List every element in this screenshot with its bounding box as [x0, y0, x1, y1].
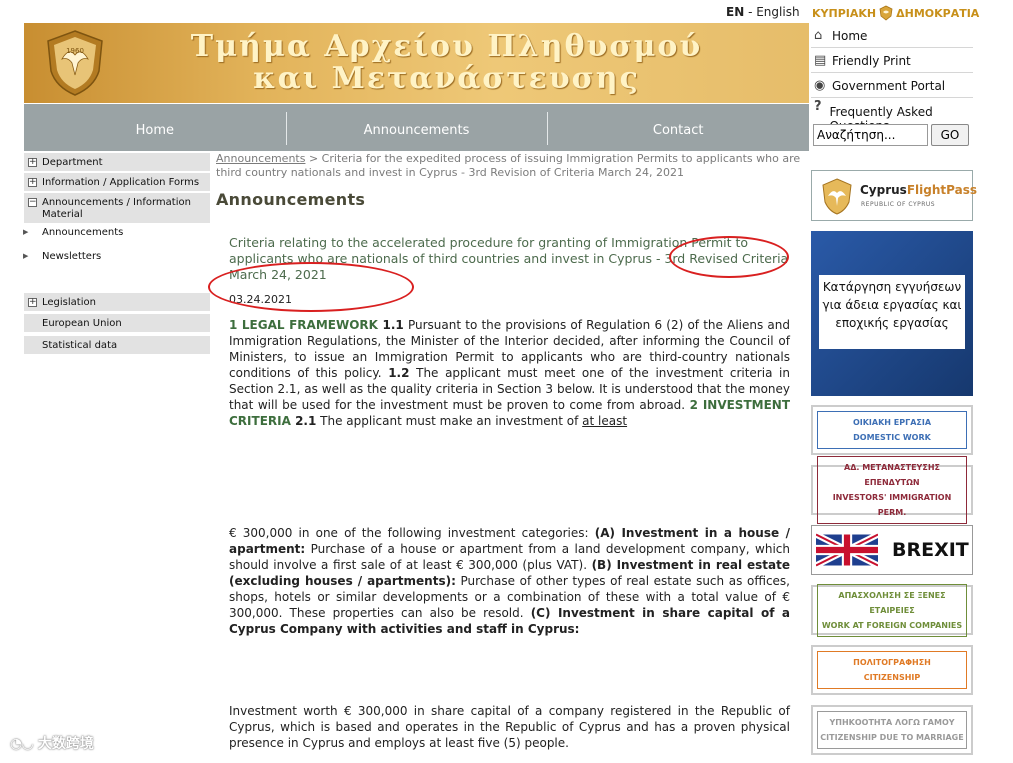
uk-flag-icon — [816, 533, 878, 567]
banner-abolish-text: Κατάργηση εγγυήσεων για άδεια εργασίας κ… — [819, 275, 965, 349]
banner-investors-immigration[interactable]: ΑΔ. ΜΕΤΑΝΑΣΤΕΥΣΗΣ ΕΠΕΝΔΥΤΩΝ INVESTORS' I… — [811, 456, 973, 524]
collapse-icon: − — [28, 197, 37, 207]
util-government-portal[interactable]: ◉ Government Portal — [811, 74, 973, 98]
lang-name: English — [756, 5, 800, 19]
breadcrumb: Announcements > Criteria for the expedit… — [216, 152, 806, 180]
lang-code: EN — [726, 5, 745, 19]
header-banner: 1960 Τμήμα Αρχείου Πληθυσμού και Μετανάσ… — [24, 23, 809, 103]
banner-title-line2: και Μετανάστευσης — [253, 61, 640, 96]
banner-cyprus-flightpass[interactable]: CyprusFlightPass REPUBLIC OF CYPRUS — [811, 170, 977, 221]
sidebar-item-announcements-material[interactable]: − Announcements / Information Material — [24, 193, 210, 223]
util-faq[interactable]: ? Frequently Asked Questions — [811, 99, 973, 133]
article-paragraph-2: € 300,000 in one of the following invest… — [229, 526, 791, 636]
house-icon: ⌂ — [814, 28, 823, 43]
watermark: ◔◡ 大数跨境 — [10, 736, 94, 752]
lang-separator: - — [744, 5, 757, 19]
sidebar-subitem-announcements[interactable]: ▶ Announcements — [23, 227, 123, 238]
language-switch[interactable]: EN - English — [726, 5, 800, 19]
sidebar-item-legislation[interactable]: + Legislation — [24, 293, 210, 311]
sidebar-subitem-newsletters[interactable]: ▶ Newsletters — [23, 251, 101, 262]
banner-domestic-work[interactable]: ΟΙΚΙΑΚΗ ΕΡΓΑΣΙΑ DOMESTIC WORK — [811, 405, 973, 455]
sidebar-item-forms[interactable]: + Information / Application Forms — [24, 173, 210, 191]
nav-contact[interactable]: Contact — [547, 104, 809, 151]
arrow-right-icon: ▶ — [23, 228, 29, 236]
article-lead: Criteria relating to the accelerated pro… — [229, 235, 789, 282]
article-paragraph-1: 1 LEGAL FRAMEWORK 1.1 Pursuant to the pr… — [229, 318, 791, 428]
sidebar-item-european-union[interactable]: European Union — [24, 314, 210, 332]
banner-abolish-guarantees[interactable]: Κατάργηση εγγυήσεων για άδεια εργασίας κ… — [811, 231, 973, 396]
banner-work-foreign-companies[interactable]: ΑΠΑΣΧΟΛΗΣΗ ΣΕ ΞΕΝΕΣ ΕΤΑΙΡΕΙΕΣ WORK AT FO… — [811, 583, 973, 637]
util-home[interactable]: ⌂ Home — [811, 24, 973, 48]
watermark-logo-icon: ◔◡ — [10, 736, 38, 752]
breadcrumb-link-announcements[interactable]: Announcements — [216, 152, 305, 165]
article-paragraph-3: Investment worth € 300,000 in share capi… — [229, 704, 790, 750]
banner-citizenship-marriage[interactable]: ΥΠΗΚΟΟΤΗΤΑ ΛΟΓΩ ΓΑΜΟΥ CITIZENSHIP DUE TO… — [811, 705, 973, 755]
banner-title-line1: Τμήμα Αρχείου Πληθυσμού — [190, 29, 703, 64]
flightpass-logo-icon — [822, 178, 852, 215]
sidebar-item-department[interactable]: + Department — [24, 153, 210, 171]
page-title: Announcements — [216, 190, 366, 209]
arrow-right-icon: ▶ — [23, 252, 29, 260]
printer-icon: ▤ — [814, 53, 827, 68]
banner-citizenship[interactable]: ΠΟΛΙΤΟΓΡΑΦΗΣΗ CITIZENSHIP — [811, 645, 973, 695]
nav-announcements[interactable]: Announcements — [285, 104, 548, 151]
expand-icon: + — [28, 157, 37, 167]
search-input[interactable] — [813, 124, 928, 146]
expand-icon: + — [28, 177, 37, 187]
main-nav: Home Announcements Contact — [24, 104, 809, 151]
globe-icon: ◉ — [814, 78, 826, 93]
search-go-button[interactable]: GO — [931, 124, 969, 146]
article-date: 03.24.2021 — [229, 293, 292, 306]
nav-home[interactable]: Home — [24, 104, 286, 151]
expand-icon: + — [28, 297, 37, 307]
question-icon: ? — [814, 99, 822, 114]
emblem-icon — [879, 5, 893, 21]
util-friendly-print[interactable]: ▤ Friendly Print — [811, 49, 973, 73]
sidebar-item-statistical-data[interactable]: Statistical data — [24, 336, 210, 354]
republic-logo: ΚΥΠΡΙΑΚΗ ΔΗΜΟΚΡΑΤΙΑ — [812, 5, 980, 21]
banner-brexit[interactable]: BREXIT — [811, 525, 973, 575]
